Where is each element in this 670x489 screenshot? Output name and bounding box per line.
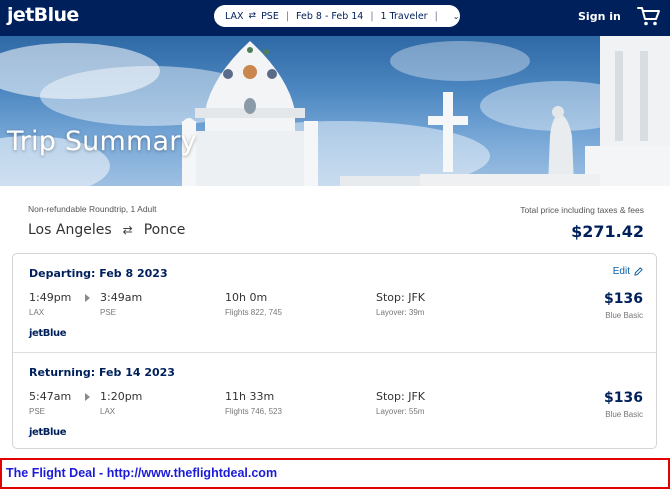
arrow-right-icon <box>85 393 90 401</box>
top-nav-bar: jetBlue LAX ⇄ PSE | Feb 8 - Feb 14 | 1 T… <box>0 0 670 36</box>
traveler-count: 1 Traveler <box>380 10 428 22</box>
total-price: $271.42 <box>571 222 644 241</box>
departing-leg: Departing: Feb 8 2023 Edit 1:49pm LAX 3:… <box>13 254 656 351</box>
edit-link[interactable]: Edit <box>613 266 643 277</box>
returning-leg: Returning: Feb 14 2023 5:47am PSE 1:20pm… <box>13 352 656 449</box>
arrow-right-icon <box>85 294 90 302</box>
leg-title: Returning: Feb 14 2023 <box>29 366 175 379</box>
arrive-time: 3:49am <box>100 291 143 304</box>
cathedral-illustration <box>0 36 670 186</box>
swap-arrows-icon: ⇄ <box>122 223 133 237</box>
fare-type-label: Non-refundable Roundtrip, 1 Adult <box>28 204 157 214</box>
chevron-down-icon[interactable]: ⌄ <box>453 12 460 21</box>
edit-label[interactable]: Edit <box>613 266 630 277</box>
total-price-label: Total price including taxes & fees <box>520 205 644 215</box>
leg-title: Departing: Feb 8 2023 <box>29 267 168 280</box>
stop-info: Stop: JFK <box>376 291 425 304</box>
depart-code: PSE <box>29 407 46 416</box>
leg-price: $136 <box>604 390 643 406</box>
pencil-icon[interactable] <box>634 267 643 276</box>
flight-search-summary[interactable]: LAX ⇄ PSE | Feb 8 - Feb 14 | 1 Traveler … <box>214 5 460 27</box>
arrive-code: LAX <box>100 407 116 416</box>
route-cities: Los Angeles ⇄ Ponce <box>28 222 185 238</box>
carrier-logo: jetBlue <box>29 427 67 438</box>
origin-code: LAX <box>225 10 244 22</box>
trip-summary-card: Non-refundable Roundtrip, 1 Adult Los An… <box>8 186 662 452</box>
flight-deal-banner: The Flight Deal - http://www.theflightde… <box>0 458 670 489</box>
destination-city: Ponce <box>143 222 186 238</box>
layover-info: Layover: 39m <box>376 308 425 317</box>
divider: | <box>285 10 290 22</box>
page-title: Trip Summary <box>7 126 197 157</box>
swap-arrows-icon: ⇄ <box>248 11 257 21</box>
flight-numbers: Flights 822, 745 <box>225 308 282 317</box>
divider: | <box>370 10 374 22</box>
flight-legs: Departing: Feb 8 2023 Edit 1:49pm LAX 3:… <box>12 253 657 449</box>
sign-in-link[interactable]: Sign in <box>578 10 621 23</box>
cabin-class: Blue Basic <box>605 410 643 419</box>
travel-dates: Feb 8 - Feb 14 <box>296 10 364 22</box>
layover-info: Layover: 55m <box>376 407 425 416</box>
divider: | <box>434 10 438 22</box>
cart-icon[interactable] <box>637 5 661 27</box>
cabin-class: Blue Basic <box>605 311 643 320</box>
depart-time: 5:47am <box>29 390 72 403</box>
depart-code: LAX <box>29 308 45 317</box>
leg-price: $136 <box>604 291 643 307</box>
jetblue-logo[interactable]: jetBlue <box>7 4 79 26</box>
duration: 11h 33m <box>225 390 275 403</box>
flight-deal-link[interactable]: The Flight Deal - http://www.theflightde… <box>6 466 277 480</box>
depart-time: 1:49pm <box>29 291 72 304</box>
flight-numbers: Flights 746, 523 <box>225 407 282 416</box>
hero-banner: Trip Summary <box>0 36 670 186</box>
carrier-logo: jetBlue <box>29 328 67 339</box>
stop-info: Stop: JFK <box>376 390 425 403</box>
arrive-time: 1:20pm <box>100 390 143 403</box>
duration: 10h 0m <box>225 291 268 304</box>
origin-city: Los Angeles <box>28 222 112 238</box>
arrive-code: PSE <box>100 308 117 317</box>
destination-code: PSE <box>261 10 279 22</box>
